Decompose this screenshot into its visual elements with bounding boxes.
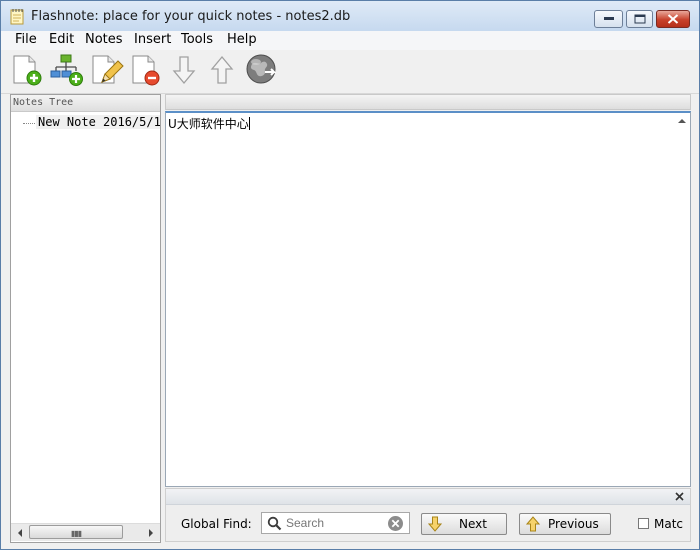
document-minus-icon	[132, 55, 160, 86]
close-window-button[interactable]	[656, 10, 690, 28]
editor-header	[165, 94, 691, 110]
arrow-down-icon	[428, 516, 442, 532]
menu-notes[interactable]: Notes	[85, 32, 123, 47]
note-text: U大师软件中心	[168, 117, 249, 131]
find-next-label: Next	[459, 517, 487, 531]
find-previous-label: Previous	[548, 517, 599, 531]
move-up-button[interactable]	[205, 52, 241, 88]
minimize-button[interactable]	[594, 10, 623, 28]
notepad-app-icon[interactable]	[10, 8, 24, 29]
notes-tree-panel: Notes Tree New Note 2016/5/11 ▮▮▮	[10, 94, 161, 543]
scroll-right-icon[interactable]	[146, 528, 156, 538]
close-find-bar-icon[interactable]	[673, 490, 686, 503]
delete-note-button[interactable]	[128, 52, 164, 88]
window-title: Flashnote: place for your quick notes - …	[31, 9, 351, 24]
menu-tools[interactable]: Tools	[181, 32, 213, 47]
web-button[interactable]	[244, 52, 280, 88]
tree-node-label[interactable]: New Note 2016/5/11	[36, 115, 160, 129]
tree-plus-icon	[50, 54, 83, 86]
find-next-button[interactable]: Next	[421, 513, 507, 535]
note-editor[interactable]: U大师软件中心	[165, 111, 691, 487]
search-icon	[267, 516, 282, 531]
globe-icon	[246, 54, 277, 84]
notes-tree-header: Notes Tree	[11, 95, 160, 112]
arrow-down-icon	[172, 56, 196, 85]
clear-search-icon[interactable]	[387, 515, 404, 532]
find-bar-header	[166, 489, 690, 505]
new-note-button[interactable]	[9, 52, 45, 88]
tree-connector-line	[23, 123, 35, 124]
close-icon	[667, 14, 679, 24]
match-case-checkbox[interactable]	[638, 518, 649, 529]
arrow-up-icon	[210, 55, 234, 84]
menu-help[interactable]: Help	[227, 32, 257, 47]
new-document-plus-icon	[13, 55, 42, 86]
grip-icon: ▮▮▮	[71, 529, 82, 538]
find-bar: Global Find: Next Previous Matc	[165, 488, 691, 542]
note-content[interactable]: U大师软件中心	[168, 115, 250, 132]
toolbar	[1, 50, 699, 94]
find-previous-button[interactable]: Previous	[519, 513, 611, 535]
maximize-button[interactable]	[626, 10, 653, 28]
title-bar[interactable]: Flashnote: place for your quick notes - …	[1, 1, 699, 31]
tree-node[interactable]: New Note 2016/5/11	[23, 115, 160, 131]
document-pencil-icon	[92, 55, 124, 84]
arrow-up-icon	[526, 516, 540, 532]
notes-tree-header-label: Notes Tree	[13, 97, 74, 108]
app-window: Flashnote: place for your quick notes - …	[0, 0, 700, 550]
scroll-up-icon[interactable]	[677, 116, 687, 126]
minimize-icon	[603, 17, 614, 20]
scroll-left-icon[interactable]	[15, 528, 25, 538]
scrollbar-thumb[interactable]: ▮▮▮	[29, 525, 123, 539]
maximize-icon	[634, 14, 645, 24]
menu-insert[interactable]: Insert	[134, 32, 171, 47]
global-find-label: Global Find:	[181, 517, 252, 531]
menu-file[interactable]: File	[15, 32, 37, 47]
tree-horizontal-scrollbar[interactable]: ▮▮▮	[11, 523, 160, 541]
menu-edit[interactable]: Edit	[49, 32, 74, 47]
edit-note-button[interactable]	[89, 52, 125, 88]
match-case-label: Matc	[654, 517, 684, 531]
menu-bar: File Edit Notes Insert Tools Help	[1, 31, 699, 50]
search-input[interactable]	[286, 515, 382, 531]
text-caret	[248, 117, 250, 130]
new-child-note-button[interactable]	[49, 52, 85, 88]
move-down-button[interactable]	[167, 52, 203, 88]
search-box[interactable]	[261, 512, 410, 534]
